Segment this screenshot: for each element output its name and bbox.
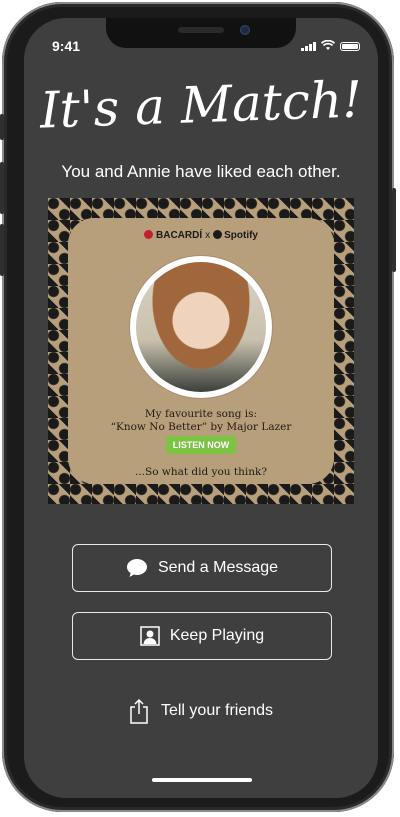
brand-line: BACARDÍ x Spotify: [68, 230, 334, 241]
profile-avatar: [130, 256, 272, 398]
send-message-button[interactable]: Send a Message: [72, 544, 332, 592]
person-icon: [140, 626, 160, 646]
card-question: ...So what did you think?: [134, 466, 268, 478]
tell-friends-label: Tell your friends: [160, 702, 274, 719]
card-content: BACARDÍ x Spotify My favourite song is: “K…: [68, 218, 334, 484]
mute-switch: [0, 114, 4, 140]
status-time: 9:41: [52, 38, 81, 54]
front-camera-icon: [240, 25, 250, 35]
brand-separator: x: [205, 230, 211, 241]
match-title: It's a Match!: [38, 70, 364, 140]
listen-now-button[interactable]: LISTEN NOW: [166, 436, 236, 454]
keep-playing-label: Keep Playing: [169, 627, 265, 644]
song-title: “Know No Better” by Major Lazer: [110, 421, 292, 433]
brand-bacardi: BACARDÍ: [156, 230, 203, 241]
match-subtitle: You and Annie have liked each other.: [61, 162, 341, 181]
spotify-logo-icon: [213, 230, 223, 239]
song-card[interactable]: BACARDÍ x Spotify My favourite song is: “K…: [48, 198, 354, 504]
home-indicator[interactable]: [152, 778, 252, 782]
wifi-icon: [321, 40, 335, 50]
send-message-label: Send a Message: [157, 559, 279, 576]
brand-spotify: Spotify: [224, 230, 258, 241]
battery-icon: [340, 42, 360, 51]
song-intro: My favourite song is:: [144, 408, 258, 420]
volume-up-button: [0, 162, 4, 214]
app-screen: 9:41 It's a Match! You and Annie have li…: [24, 18, 378, 798]
chat-bubble-icon: [126, 559, 147, 577]
bacardi-logo-icon: [144, 230, 153, 239]
keep-playing-button[interactable]: Keep Playing: [72, 612, 332, 660]
volume-down-button: [0, 224, 4, 276]
notch: [106, 18, 296, 48]
cellular-icon: [301, 41, 316, 51]
tell-friends-button[interactable]: Tell your friends: [24, 698, 378, 724]
power-button: [392, 188, 396, 272]
share-icon: [130, 698, 148, 724]
profile-photo: [136, 262, 266, 392]
speaker-grille: [178, 27, 224, 33]
phone-frame: 9:41 It's a Match! You and Annie have li…: [0, 2, 396, 812]
status-icons: [301, 40, 360, 51]
